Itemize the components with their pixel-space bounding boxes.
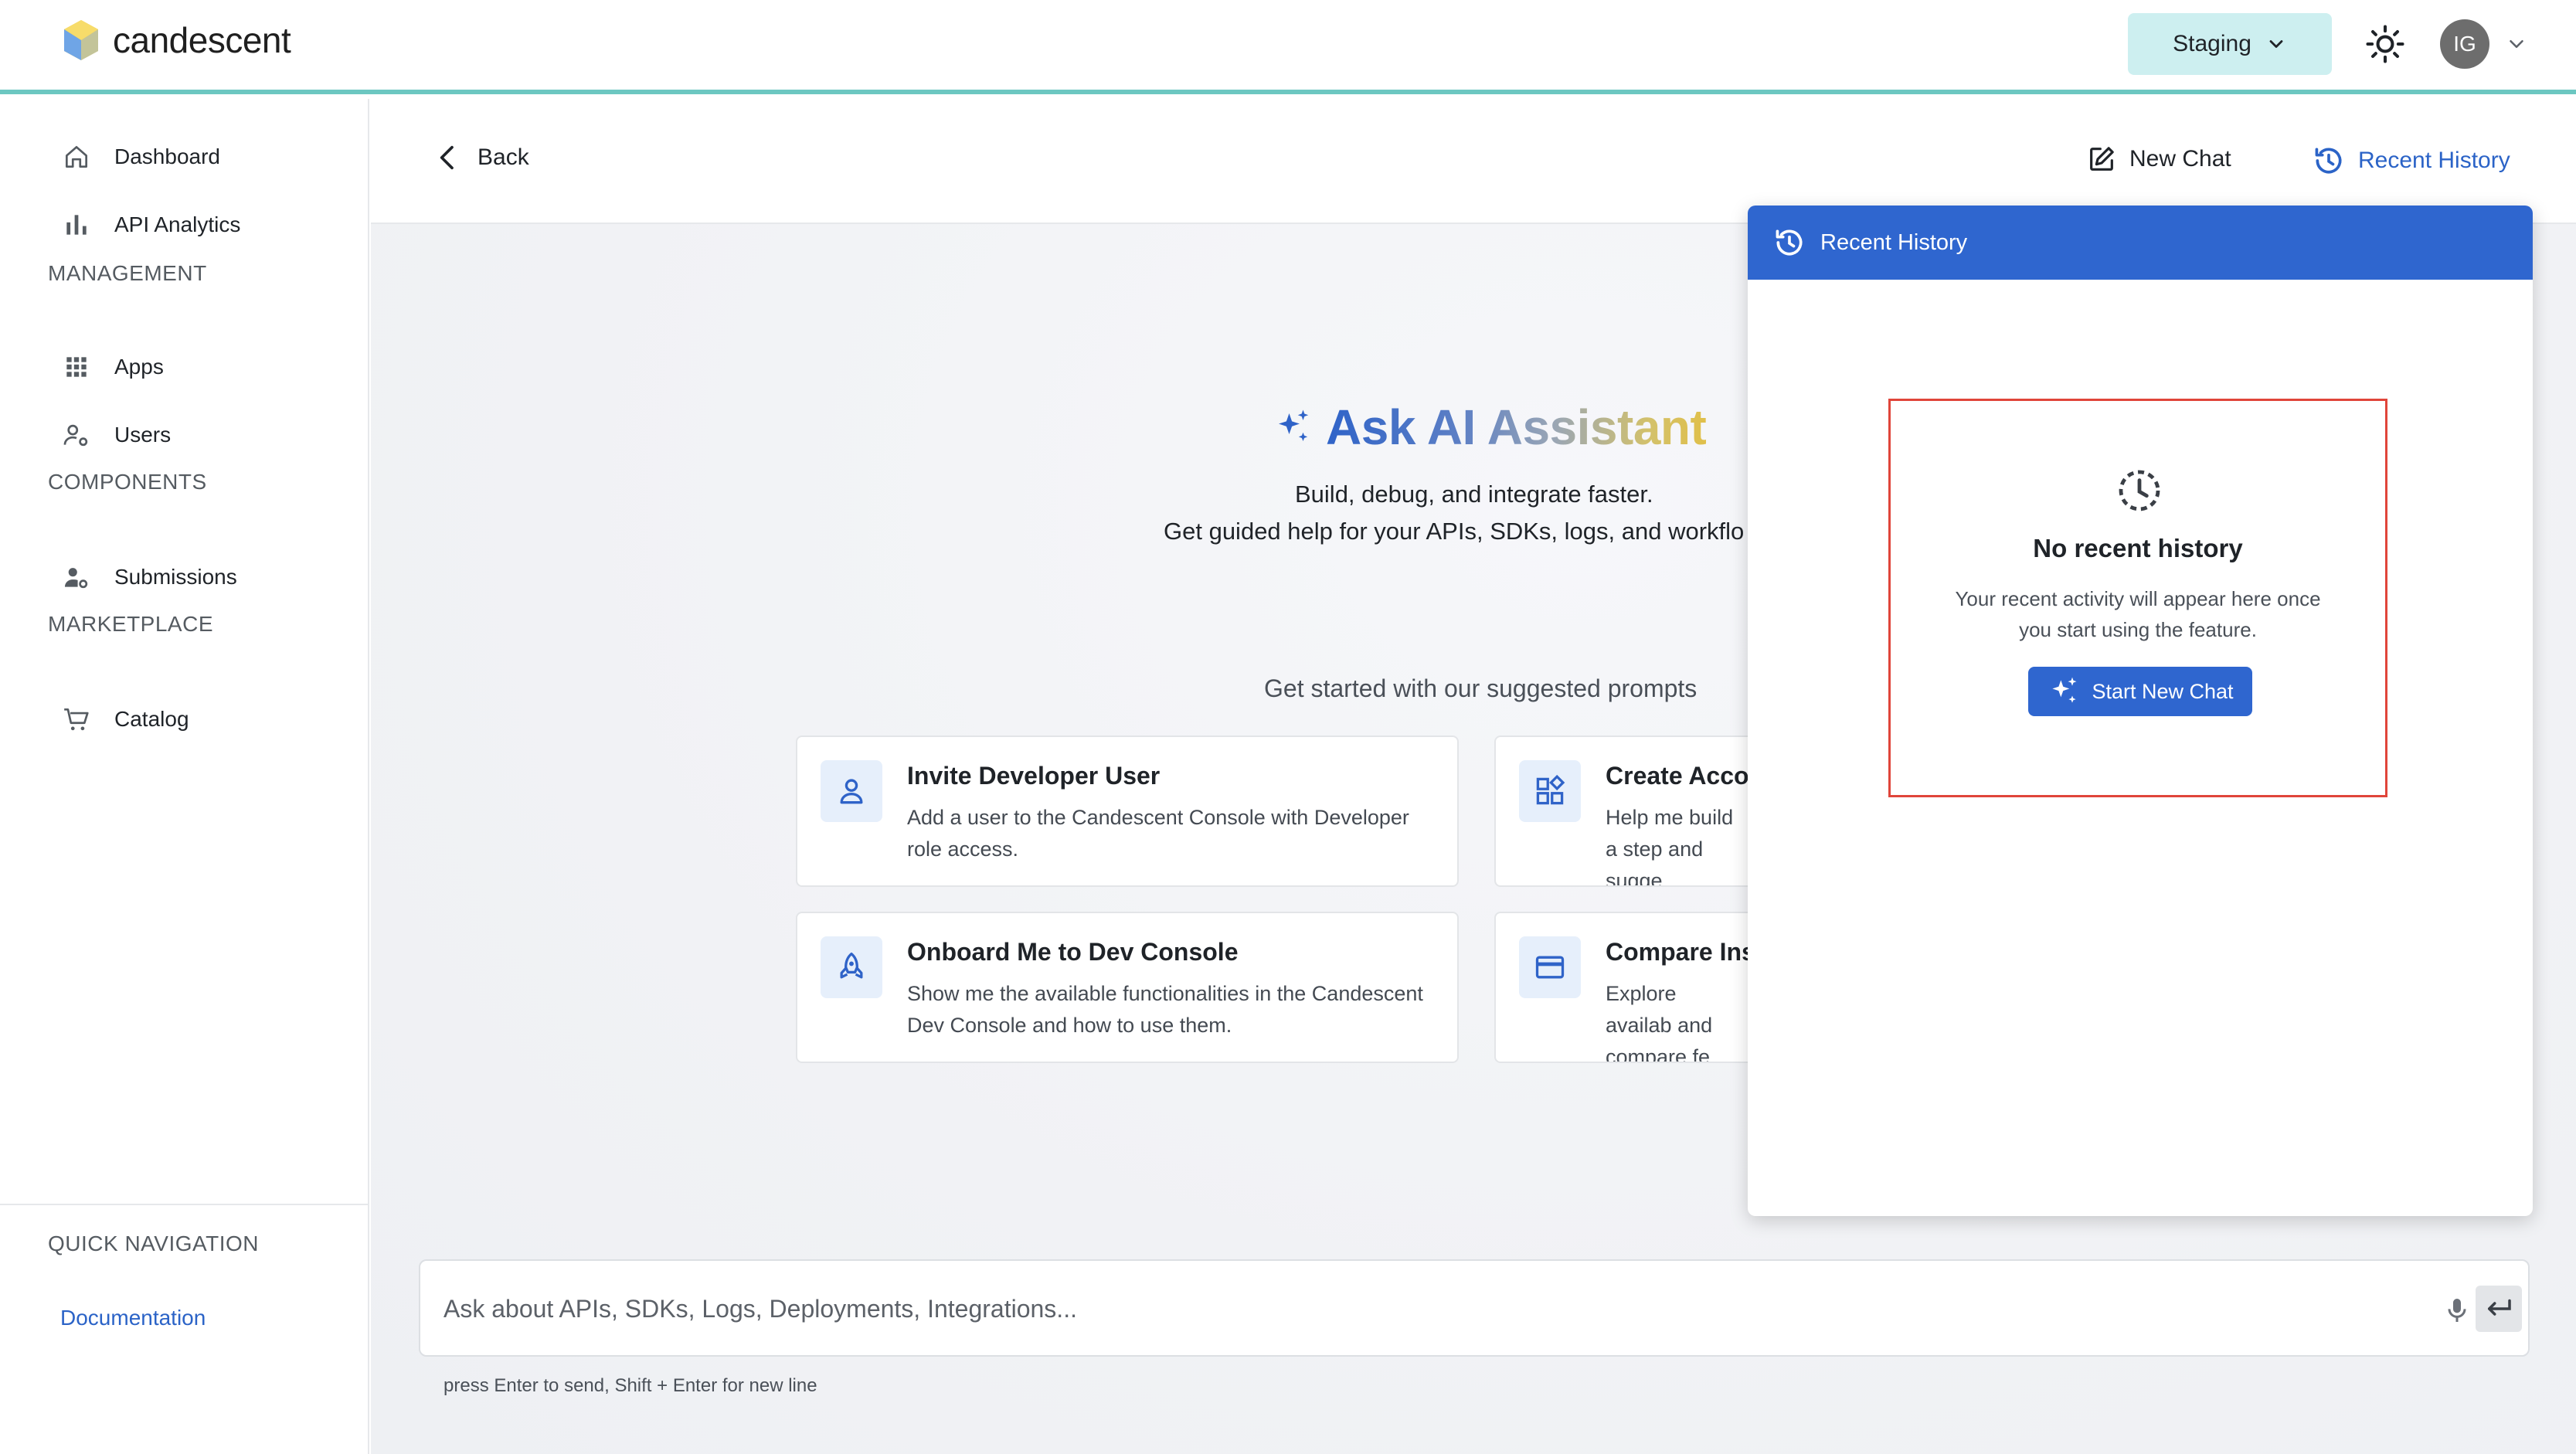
recent-history-panel-title: Recent History: [1820, 229, 1968, 255]
brand-logo[interactable]: candescent: [62, 19, 291, 62]
submissions-icon: [64, 568, 88, 589]
sparkles-icon: [2052, 677, 2077, 703]
avatar[interactable]: IG: [2440, 19, 2489, 69]
card-icon-wrapper: [821, 760, 882, 822]
chat-input[interactable]: [443, 1287, 2375, 1330]
card-icon-wrapper: [821, 936, 882, 998]
sidebar-item-label: Dashboard: [114, 144, 220, 168]
suggested-prompts-heading: Get started with our suggested prompts: [1264, 674, 1698, 702]
card-title: Create Acco: [1606, 762, 1749, 790]
sidebar-item-catalog[interactable]: Catalog: [62, 696, 189, 742]
hero-subtitle: Build, debug, and integrate faster.: [1295, 481, 1653, 508]
back-button[interactable]: Back: [433, 142, 529, 173]
prompt-card-invite-developer[interactable]: Invite Developer User Add a user to the …: [796, 735, 1459, 887]
sidebar-item-dashboard[interactable]: Dashboard: [62, 134, 220, 180]
sidebar-item-label: Users: [114, 423, 172, 447]
widgets-icon: [1536, 774, 1565, 805]
prompt-card-onboard-dev-console[interactable]: Onboard Me to Dev Console Show me the av…: [796, 912, 1459, 1063]
recent-history-panel: Recent History No recent history Your re…: [1748, 206, 2533, 1216]
sidebar-item-api-analytics[interactable]: API Analytics: [62, 202, 240, 248]
start-new-chat-button[interactable]: Start New Chat: [2028, 667, 2252, 716]
home-icon: [65, 145, 88, 168]
card-icon-wrapper: [1519, 760, 1581, 822]
send-button[interactable]: [2476, 1286, 2522, 1332]
microphone-icon[interactable]: [2442, 1295, 2472, 1326]
new-chat-label: New Chat: [2129, 146, 2231, 172]
card-description: Add a user to the Candescent Console wit…: [907, 806, 1409, 861]
empty-state-description: Your recent activity will appear here on…: [1955, 587, 2321, 641]
sidebar-item-users[interactable]: Users: [62, 412, 171, 458]
sidebar-item-label: Apps: [114, 355, 164, 379]
edit-square-icon: [2090, 147, 2114, 171]
sun-icon[interactable]: [2364, 23, 2406, 65]
cart-icon: [64, 708, 89, 731]
sidebar: Dashboard API Analytics MANAGEMENT Apps …: [0, 99, 369, 1454]
chevron-down-icon[interactable]: [2505, 32, 2528, 56]
bar-chart-icon: [66, 215, 87, 235]
brand-name: candescent: [113, 20, 291, 60]
chevron-left-icon: [440, 145, 454, 170]
sidebar-item-label: API Analytics: [114, 212, 241, 236]
card-description: Help me build a step and sugge: [1606, 806, 1734, 887]
input-hint: press Enter to send, Shift + Enter for n…: [443, 1375, 817, 1396]
new-chat-button[interactable]: New Chat: [2086, 144, 2231, 175]
sidebar-item-apps[interactable]: Apps: [62, 344, 164, 390]
user-icon: [840, 779, 863, 804]
users-gear-icon: [63, 424, 88, 447]
history-icon: [2315, 148, 2342, 174]
recent-history-label: Recent History: [2358, 148, 2510, 173]
recent-history-button[interactable]: Recent History: [2312, 144, 2510, 178]
rocket-icon: [840, 952, 863, 979]
card-description: Explore availab and compare fe: [1606, 982, 1713, 1063]
section-label-quick-navigation: QUICK NAVIGATION: [48, 1231, 259, 1255]
sparkles-icon: [1279, 409, 1309, 441]
section-label-components: COMPONENTS: [48, 470, 207, 494]
section-label-marketplace: MARKETPLACE: [48, 612, 213, 636]
card-title: Compare Ins: [1606, 938, 1755, 966]
card-icon-wrapper: [1519, 936, 1581, 998]
hexagon-logo-icon: [64, 20, 98, 60]
section-label-management: MANAGEMENT: [48, 261, 207, 285]
sidebar-item-label: Submissions: [114, 565, 237, 589]
chat-input-box: [419, 1259, 2530, 1357]
environment-select[interactable]: Staging: [2128, 13, 2332, 75]
card-title: Invite Developer User: [907, 762, 1161, 790]
documentation-link[interactable]: Documentation: [60, 1306, 206, 1330]
grid-icon: [66, 357, 87, 377]
back-label: Back: [477, 144, 529, 170]
environment-label: Staging: [2173, 31, 2251, 56]
recent-history-panel-header: Recent History: [1748, 206, 2533, 280]
page-title-text: Ask AI Assistant: [1326, 399, 1707, 455]
quick-navigation: QUICK NAVIGATION Documentation: [0, 1204, 368, 1454]
page-title: Ask AI Assistant: [1272, 399, 1707, 456]
card-title: Onboard Me to Dev Console: [907, 938, 1239, 966]
credit-card-icon: [1535, 956, 1565, 979]
chevron-down-icon: [2269, 40, 2283, 48]
empty-state: No recent history Your recent activity w…: [1888, 399, 2387, 797]
card-description: Show me the available functionalities in…: [907, 982, 1423, 1037]
start-new-chat-label: Start New Chat: [2092, 679, 2234, 703]
sidebar-item-label: Catalog: [114, 707, 189, 731]
sidebar-item-submissions[interactable]: Submissions: [62, 554, 237, 600]
enter-key-icon: [2488, 1299, 2511, 1316]
top-header: candescent Staging IG: [0, 0, 2576, 94]
history-icon: [1776, 229, 1803, 256]
empty-state-title: No recent history: [2033, 534, 2243, 562]
clock-icon: [2119, 470, 2160, 511]
